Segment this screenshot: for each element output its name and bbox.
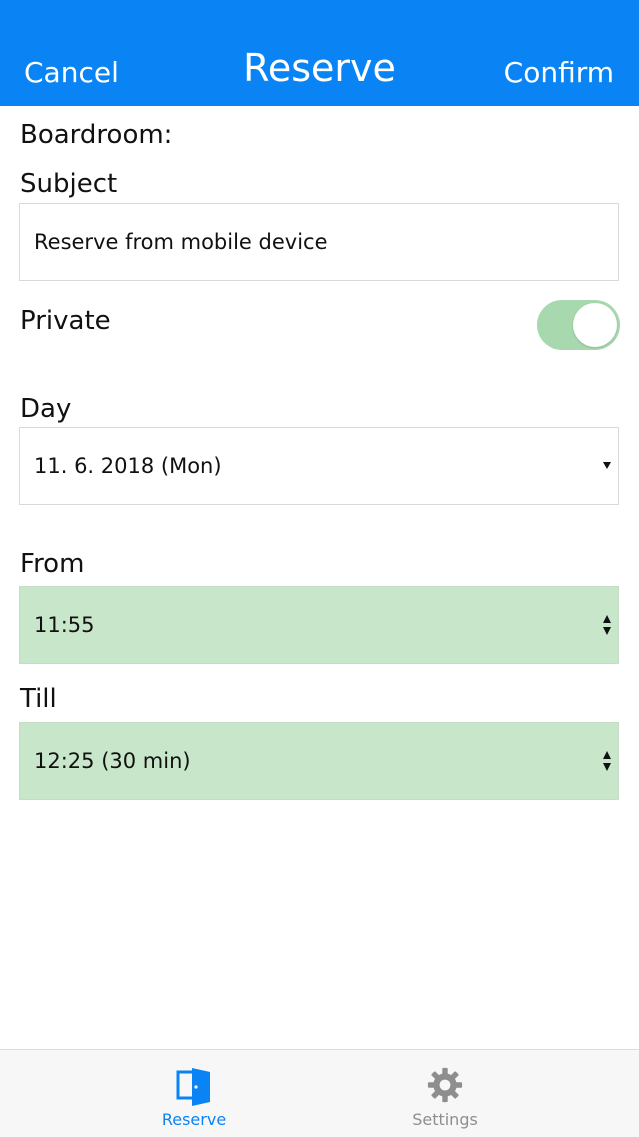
till-label: Till: [20, 684, 57, 714]
private-toggle[interactable]: [537, 300, 620, 350]
day-label: Day: [20, 394, 72, 424]
gear-icon: [427, 1067, 463, 1103]
navigation-bar: Cancel Reserve Confirm: [0, 0, 639, 106]
up-down-arrows-icon: [602, 615, 612, 637]
till-time-select[interactable]: 12:25 (30 min): [19, 722, 619, 800]
subject-label: Subject: [20, 169, 118, 199]
chevron-down-icon: [603, 462, 611, 469]
tab-reserve[interactable]: Reserve: [134, 1050, 254, 1137]
confirm-button[interactable]: Confirm: [504, 56, 614, 89]
tab-bar: Reserve Settings: [0, 1049, 639, 1137]
room-label: Boardroom:: [20, 120, 173, 150]
subject-input[interactable]: Reserve from mobile device: [19, 203, 619, 281]
private-label: Private: [20, 306, 111, 336]
toggle-knob: [573, 303, 617, 347]
tab-settings-label: Settings: [412, 1110, 478, 1129]
up-down-arrows-icon: [602, 751, 612, 773]
from-label: From: [20, 549, 85, 579]
door-icon: [176, 1068, 210, 1106]
subject-value: Reserve from mobile device: [34, 230, 328, 254]
day-value: 11. 6. 2018 (Mon): [34, 454, 222, 478]
tab-settings[interactable]: Settings: [385, 1050, 505, 1137]
till-time-value: 12:25 (30 min): [34, 749, 191, 773]
tab-reserve-label: Reserve: [161, 1110, 227, 1129]
from-time-select[interactable]: 11:55: [19, 586, 619, 664]
day-select[interactable]: 11. 6. 2018 (Mon): [19, 427, 619, 505]
from-time-value: 11:55: [34, 613, 95, 637]
